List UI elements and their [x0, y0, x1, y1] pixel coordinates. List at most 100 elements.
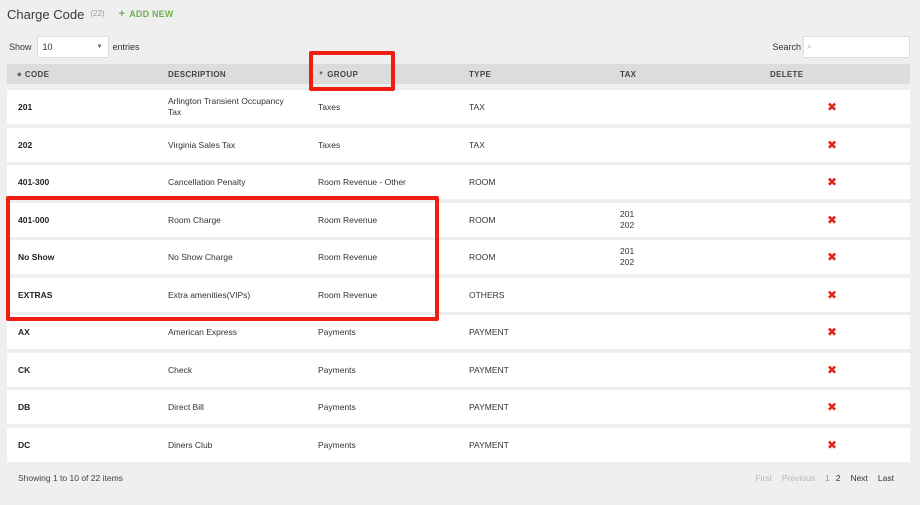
- cell-code: DC: [18, 439, 31, 450]
- cell-type: PAYMENT: [469, 401, 509, 412]
- cell-group: Payments: [318, 401, 356, 412]
- cell-code: No Show: [18, 251, 55, 262]
- cell-type: ROOM: [469, 176, 496, 187]
- description-line: American Express: [168, 326, 237, 337]
- column-label-delete: DELETE: [770, 69, 804, 79]
- pagination-last[interactable]: Last: [878, 473, 894, 483]
- tax-code: 201: [620, 209, 635, 219]
- entries-label: entries: [112, 42, 140, 52]
- cell-type: TAX: [469, 139, 485, 150]
- pagination-page-2[interactable]: 2: [836, 473, 841, 483]
- cell-group: Room Revenue: [318, 214, 378, 225]
- search-icon: ⌕: [807, 42, 812, 51]
- pagination-summary: Showing 1 to 10 of 22 items: [18, 473, 123, 483]
- pagination-previous[interactable]: Previous: [782, 473, 815, 483]
- delete-icon[interactable]: ✖: [827, 390, 837, 424]
- delete-icon[interactable]: ✖: [827, 278, 837, 312]
- table-row[interactable]: EXTRAS Extra amenities(VIPs) Room Revenu…: [7, 278, 910, 312]
- table-row[interactable]: AX American Express Payments PAYMENT ✖: [7, 315, 910, 349]
- delete-icon[interactable]: ✖: [827, 240, 837, 274]
- tax-code: 201: [620, 246, 635, 256]
- delete-icon[interactable]: ✖: [827, 315, 837, 349]
- cell-group: Payments: [318, 439, 356, 450]
- table-row[interactable]: No Show No Show Charge Room Revenue ROOM…: [7, 240, 910, 274]
- cell-description: Virginia Sales Tax: [168, 128, 235, 162]
- pagination: First Previous 1 2 Next Last: [745, 473, 894, 483]
- cell-type: TAX: [469, 101, 485, 112]
- delete-icon[interactable]: ✖: [827, 90, 837, 124]
- table-row[interactable]: 201 Arlington Transient Occupancy Tax Ta…: [7, 90, 910, 124]
- cell-group: Room Revenue: [318, 251, 378, 262]
- delete-icon[interactable]: ✖: [827, 165, 837, 199]
- cell-description: Diners Club: [168, 428, 212, 462]
- add-new-button[interactable]: + ADD NEW: [119, 8, 174, 20]
- table-header: ◆ CODE DESCRIPTION ▼ GROUP TYPE TAX DELE…: [7, 64, 910, 84]
- pagination-page-1[interactable]: 1: [825, 473, 830, 483]
- table-row[interactable]: 401-300 Cancellation Penalty Room Revenu…: [7, 165, 910, 199]
- cell-tax: 201 202: [620, 203, 634, 237]
- cell-code: CK: [18, 364, 31, 375]
- column-header-description[interactable]: DESCRIPTION: [168, 64, 226, 84]
- cell-description: Check: [168, 353, 192, 387]
- cell-group: Room Revenue: [318, 289, 378, 300]
- pagination-next[interactable]: Next: [850, 473, 867, 483]
- cell-group: Payments: [318, 326, 356, 337]
- cell-group: Room Revenue - Other: [318, 176, 406, 187]
- cell-type: PAYMENT: [469, 364, 509, 375]
- sort-both-icon: ◆: [17, 71, 22, 78]
- page-size-value: 10: [42, 42, 53, 52]
- description-line: Arlington Transient Occupancy: [168, 96, 284, 106]
- description-line: Check: [168, 364, 193, 375]
- description-line: Diners Club: [168, 439, 213, 450]
- cell-code: 401-300: [18, 176, 50, 187]
- add-new-label: ADD NEW: [129, 9, 174, 19]
- delete-icon[interactable]: ✖: [827, 203, 837, 237]
- search-input[interactable]: ⌕: [803, 36, 910, 58]
- cell-description: No Show Charge: [168, 240, 233, 274]
- cell-code: AX: [18, 326, 30, 337]
- table-row[interactable]: DC Diners Club Payments PAYMENT ✖: [7, 428, 910, 462]
- cell-group: Payments: [318, 364, 356, 375]
- page-header: Charge Code (22) + ADD NEW: [7, 6, 174, 22]
- column-label-group: GROUP: [327, 69, 359, 79]
- pagination-first[interactable]: First: [755, 473, 772, 483]
- column-header-code[interactable]: ◆ CODE: [17, 64, 49, 84]
- column-header-group[interactable]: ▼ GROUP: [318, 64, 358, 84]
- delete-icon[interactable]: ✖: [827, 428, 837, 462]
- column-label-code: CODE: [24, 69, 50, 79]
- cell-description: Room Charge: [168, 203, 221, 237]
- sort-desc-icon: ▼: [318, 71, 325, 77]
- cell-type: OTHERS: [469, 289, 505, 300]
- table-row[interactable]: 401-000 Room Charge Room Revenue ROOM 20…: [7, 203, 910, 237]
- item-count-badge: (22): [90, 8, 105, 18]
- cell-group: Taxes: [318, 101, 341, 112]
- table-row[interactable]: DB Direct Bill Payments PAYMENT ✖: [7, 390, 910, 424]
- description-line: Extra amenities(VIPs): [168, 289, 251, 300]
- cell-type: PAYMENT: [469, 326, 509, 337]
- search-control: Search ⌕: [772, 36, 910, 58]
- show-label: Show: [9, 42, 32, 52]
- search-label: Search: [772, 42, 801, 52]
- cell-code: DB: [18, 401, 31, 412]
- cell-code: EXTRAS: [18, 289, 53, 300]
- cell-description: Cancellation Penalty: [168, 165, 246, 199]
- page-title: Charge Code: [7, 6, 85, 22]
- caret-down-icon: ▼: [96, 44, 103, 50]
- cell-tax: 201 202: [620, 240, 634, 274]
- cell-type: PAYMENT: [469, 439, 509, 450]
- column-header-tax[interactable]: TAX: [620, 64, 636, 84]
- cell-code: 201: [18, 101, 33, 112]
- column-header-type[interactable]: TYPE: [469, 64, 491, 84]
- description-line: Virginia Sales Tax: [168, 139, 236, 150]
- table-row[interactable]: CK Check Payments PAYMENT ✖: [7, 353, 910, 387]
- column-label-tax: TAX: [620, 69, 637, 79]
- tax-code: 202: [620, 220, 635, 230]
- cell-description: Extra amenities(VIPs): [168, 278, 250, 312]
- delete-icon[interactable]: ✖: [827, 353, 837, 387]
- description-line: No Show Charge: [168, 251, 233, 262]
- cell-code: 202: [18, 139, 33, 150]
- page-size-control: Show 10 ▼ entries: [9, 36, 140, 58]
- page-size-select[interactable]: 10 ▼: [36, 36, 109, 58]
- delete-icon[interactable]: ✖: [827, 128, 837, 162]
- table-row[interactable]: 202 Virginia Sales Tax Taxes TAX ✖: [7, 128, 910, 162]
